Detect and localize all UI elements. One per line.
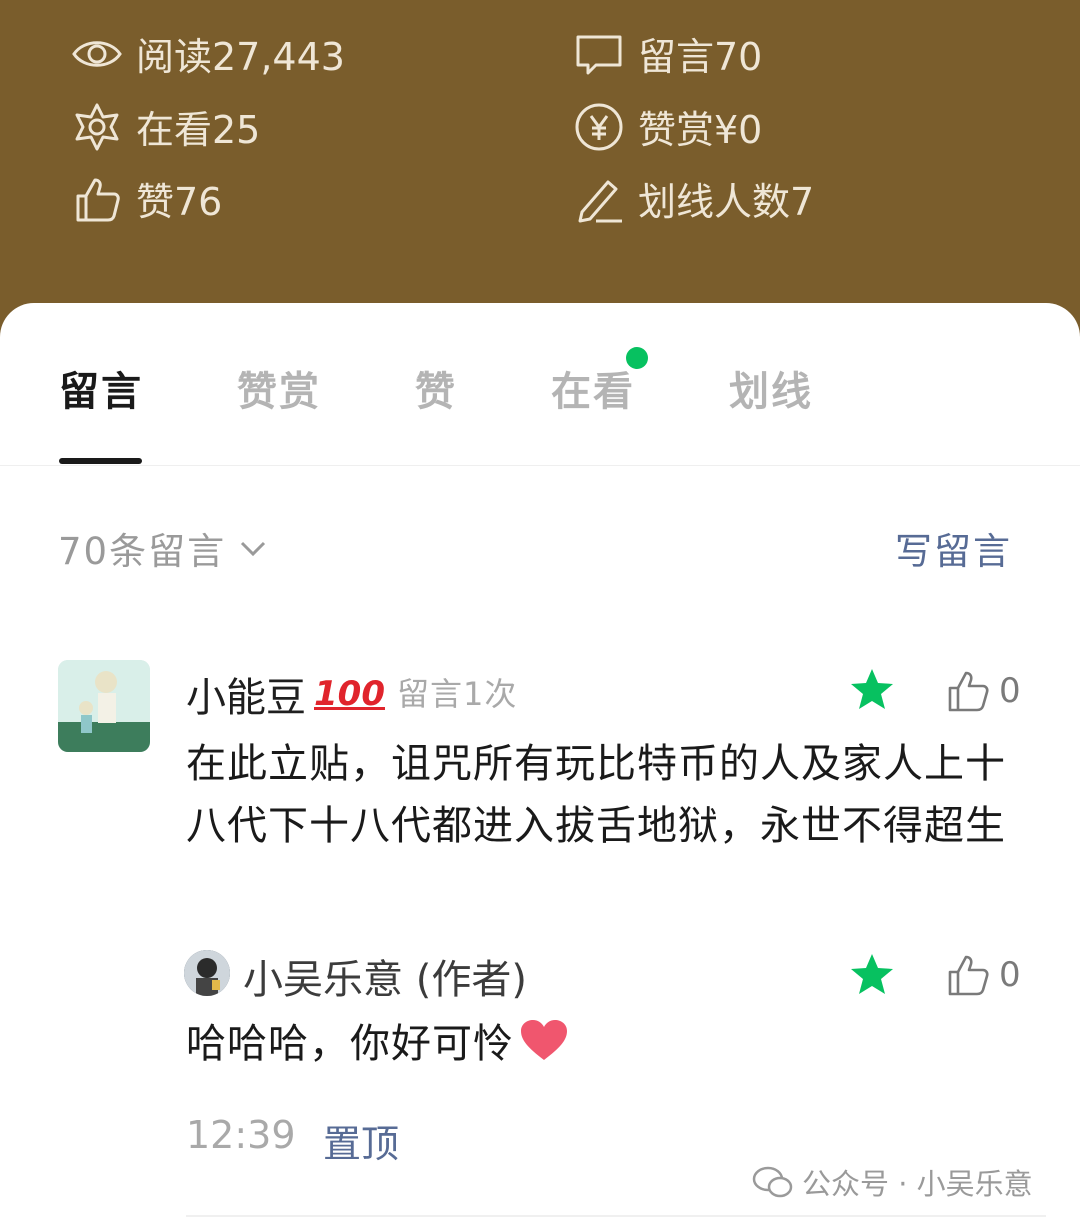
reply-avatar[interactable] — [184, 950, 230, 996]
article-stats-header: 阅读27,443 留言70 在看25 赞赏¥0 赞76 划线人数7 — [0, 0, 1080, 320]
reply-body: 哈哈哈，你好可怜 — [186, 1011, 570, 1069]
divider — [186, 1215, 1046, 1217]
heart-icon — [521, 1020, 567, 1060]
thumbs-up-icon — [948, 955, 989, 996]
yuan-coin-icon — [572, 100, 626, 154]
reply-like-count: 0 — [999, 955, 1021, 995]
stat-underline-label: 划线人数7 — [638, 180, 815, 224]
stat-underline: 划线人数7 — [572, 171, 814, 226]
hundred-points-emoji: 100 — [314, 674, 385, 714]
star-icon[interactable] — [848, 951, 896, 999]
wechat-icon — [752, 1166, 793, 1198]
write-comment-button[interactable]: 写留言 — [895, 521, 1012, 575]
tab-watching[interactable]: 在看 — [551, 359, 635, 417]
watching-star-icon — [70, 100, 124, 154]
watermark-text: 公众号 · 小吴乐意 — [802, 1167, 1033, 1201]
active-tab-indicator — [59, 458, 142, 464]
comment-count-badge: 留言1次 — [397, 675, 518, 713]
watermark: 公众号 · 小吴乐意 — [752, 1161, 1033, 1203]
avatar[interactable] — [58, 660, 150, 752]
thumbs-up-icon — [70, 172, 124, 226]
reply-body-text: 哈哈哈，你好可怜 — [186, 1021, 514, 1067]
comment-body: 在此立贴，诅咒所有玩比特币的人及家人上十八代下十八代都进入拔舌地狱，永世不得超生 — [186, 741, 1006, 849]
tab-bar: 留言 赞赏 赞 在看 划线 — [0, 303, 1080, 466]
stat-watching-label: 在看25 — [136, 108, 261, 152]
eye-icon — [70, 27, 124, 81]
tab-comments[interactable]: 留言 — [59, 359, 143, 417]
comment-count-label: 70条留言 — [58, 530, 227, 573]
stat-likes: 赞76 — [70, 171, 222, 226]
comment-author-name: 小能豆 — [186, 675, 306, 721]
reply-like-button[interactable]: 0 — [945, 952, 1021, 998]
stat-reads-label: 阅读27,443 — [136, 35, 345, 79]
chevron-down-icon — [241, 541, 266, 557]
comment-bubble-icon — [572, 27, 626, 81]
stat-rewards: 赞赏¥0 — [572, 99, 762, 154]
pin-button[interactable]: 置顶 — [323, 1113, 399, 1168]
thumbs-up-icon — [948, 671, 989, 712]
stat-rewards-label: 赞赏¥0 — [638, 108, 763, 152]
comments-panel: 留言 赞赏 赞 在看 划线 70条留言 写留言 小能豆 100 留言1次 0 在… — [0, 303, 1080, 1223]
stat-likes-label: 赞76 — [136, 180, 223, 224]
comment-time: 12:39 — [186, 1113, 296, 1157]
tab-likes[interactable]: 赞 — [415, 359, 457, 417]
comment-author[interactable]: 小能豆 100 — [186, 665, 385, 723]
comment-like-button[interactable]: 0 — [945, 668, 1021, 714]
tab-underlines[interactable]: 划线 — [729, 359, 813, 417]
tab-rewards[interactable]: 赞赏 — [237, 359, 321, 417]
pen-icon — [572, 172, 626, 226]
stat-reads: 阅读27,443 — [70, 26, 345, 81]
stat-comments: 留言70 — [572, 26, 762, 81]
stat-watching: 在看25 — [70, 99, 260, 154]
comment-like-count: 0 — [999, 671, 1021, 711]
star-icon[interactable] — [848, 666, 896, 714]
reply-author[interactable]: 小吴乐意 (作者) — [243, 947, 527, 1005]
comment-count-dropdown[interactable]: 70条留言 — [58, 521, 270, 575]
new-badge-dot — [626, 347, 648, 369]
stat-comments-label: 留言70 — [638, 35, 763, 79]
